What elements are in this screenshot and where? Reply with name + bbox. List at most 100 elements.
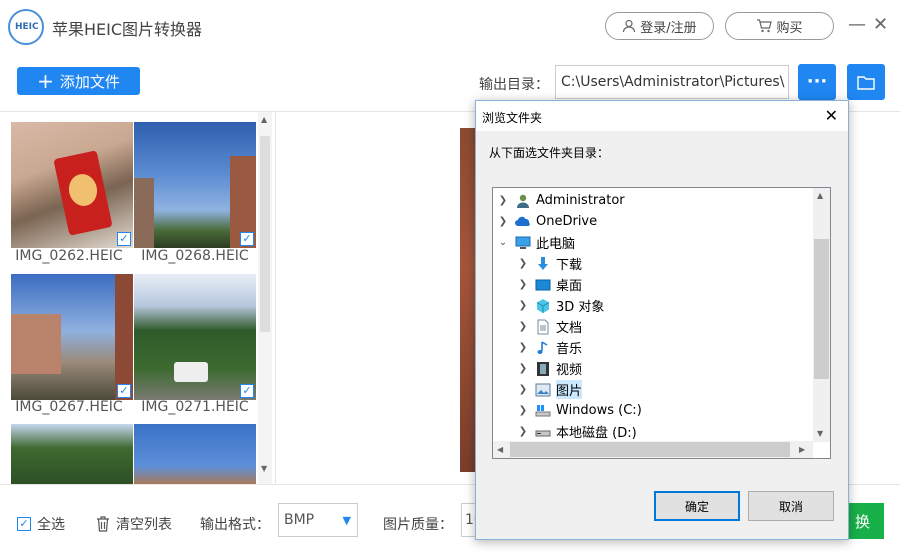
tree-item-documents[interactable]: ❯ 文档 [517,316,830,337]
thumbnail-image[interactable]: ✓ [134,122,256,248]
output-path-field[interactable]: C:\Users\Administrator\Pictures\ [555,65,789,99]
tree-item-videos[interactable]: ❯ 视频 [517,358,830,379]
select-all-checkbox[interactable]: ✓ 全选 [17,514,65,534]
chevron-right-icon[interactable]: ❯ [517,279,529,290]
scrollbar-thumb[interactable] [814,239,829,379]
browse-more-button[interactable]: ··· [798,64,836,100]
ok-button[interactable]: 确定 [654,491,740,521]
app-logo-icon: HEIC [8,9,44,45]
dialog-close-icon[interactable]: ✕ [825,106,838,125]
thumbnail-checkbox[interactable]: ✓ [240,384,254,398]
thumbnail-checkbox[interactable]: ✓ [117,232,131,246]
preview-image [460,128,476,472]
scrollbar-thumb[interactable] [510,442,790,457]
format-select[interactable]: BMP ▼ [278,503,358,537]
scroll-left-icon[interactable]: ◀ [497,445,503,454]
tree-item-this-pc[interactable]: ⌄ 此电脑 [497,232,817,253]
tree-item-windows-c[interactable]: ❯ Windows (C:) [517,400,830,421]
scroll-down-icon[interactable]: ▼ [817,429,823,438]
thumbnail-image[interactable] [11,424,133,484]
cart-icon [757,19,773,33]
tree-item-label: 视频 [556,363,583,378]
desktop-icon [535,277,551,293]
tree-item-downloads[interactable]: ❯ 下载 [517,253,830,274]
add-file-button[interactable]: + 添加文件 [17,67,140,95]
dialog-titlebar: 浏览文件夹 ✕ [476,101,848,131]
tree-item-pictures[interactable]: ❯ 图片 [517,379,830,400]
chevron-right-icon[interactable]: ❯ [517,342,529,353]
dialog-prompt: 从下面选文件夹目录： [489,146,610,160]
picture-icon [535,382,551,398]
browse-folder-dialog: 浏览文件夹 ✕ 从下面选文件夹目录： ❯ Administrator ❯ One… [475,100,849,540]
thumbnail-image[interactable]: ✓ [11,122,133,248]
dropdown-arrow-icon: ▼ [342,514,351,527]
folder-icon [857,75,875,90]
cancel-button[interactable]: 取消 [748,491,834,521]
chevron-right-icon[interactable]: ❯ [517,426,529,437]
scroll-right-icon[interactable]: ▶ [799,445,805,454]
tree-item-label: 桌面 [556,279,583,294]
thumbnail-checkbox[interactable]: ✓ [117,384,131,398]
scroll-up-icon[interactable]: ▲ [817,191,823,200]
more-dots-icon: ··· [806,71,828,92]
chevron-right-icon[interactable]: ❯ [517,321,529,332]
thumbnail-checkbox[interactable]: ✓ [240,232,254,246]
tree-item-label: 3D 对象 [556,300,605,315]
chevron-right-icon[interactable]: ❯ [517,405,529,416]
app-title: 苹果HEIC图片转换器 [52,20,203,39]
convert-button[interactable]: 换 [846,503,884,539]
drive-windows-icon [535,403,551,419]
scroll-down-icon[interactable]: ▼ [261,464,267,473]
chevron-right-icon[interactable]: ❯ [517,363,529,374]
tree-item-label: 音乐 [556,342,583,357]
thumbnail-image[interactable]: ✓ [134,274,256,400]
music-icon [535,340,551,356]
scrollbar-thumb[interactable] [260,136,270,332]
download-icon [535,256,551,272]
photo-building [134,178,154,248]
clear-list-label: 清空列表 [116,517,172,533]
tree-item-desktop[interactable]: ❯ 桌面 [517,274,830,295]
tree-item-label: OneDrive [536,214,598,229]
tree-vertical-scrollbar[interactable]: ▲ ▼ [813,188,830,442]
scroll-up-icon[interactable]: ▲ [261,115,267,124]
user-icon [623,19,636,33]
buy-button[interactable]: 购买 [725,12,834,40]
tree-item-label: 本地磁盘 (D:) [556,426,637,441]
user-icon [515,193,531,209]
tree-item-music[interactable]: ❯ 音乐 [517,337,830,358]
chevron-right-icon[interactable]: ❯ [497,216,509,227]
cloud-icon [515,214,531,230]
chevron-right-icon[interactable]: ❯ [517,258,529,269]
quality-label: 图片质量： [383,517,453,533]
tree-item-local-disk-d[interactable]: ❯ 本地磁盘 (D:) [517,421,830,442]
folder-tree: ❯ Administrator ❯ OneDrive ⌄ 此电脑 ❯ 下载 ❯ … [492,187,831,459]
chevron-right-icon[interactable]: ❯ [497,195,509,206]
chevron-right-icon[interactable]: ❯ [517,384,529,395]
thumbnail-name: IMG_0268.HEIC [141,248,249,264]
close-window-icon[interactable]: ✕ [873,14,888,35]
cube-icon [535,298,551,314]
select-all-label: 全选 [37,517,65,533]
thumbnail-list: ✓ IMG_0262.HEIC ✓ IMG_0268.HEIC ✓ IMG_02… [0,112,276,484]
document-icon [535,319,551,335]
plus-icon: + [37,69,54,93]
clear-list-button[interactable]: 清空列表 [96,514,172,534]
convert-label: 换 [854,512,870,531]
login-button[interactable]: 登录/注册 [605,12,714,40]
tree-horizontal-scrollbar[interactable]: ◀ ▶ [493,441,813,458]
minimize-icon[interactable]: — [848,14,866,35]
tree-item-onedrive[interactable]: ❯ OneDrive [497,211,817,232]
buy-label: 购买 [776,20,803,36]
drive-icon [535,424,551,440]
chevron-down-icon[interactable]: ⌄ [497,237,509,248]
output-dir-label: 输出目录： [479,77,549,93]
thumbnail-scrollbar[interactable]: ▲ ▼ [258,112,272,484]
thumbnail-image[interactable]: ✓ [11,274,133,400]
tree-item-3d-objects[interactable]: ❯ 3D 对象 [517,295,830,316]
tree-item-administrator[interactable]: ❯ Administrator [497,190,817,211]
open-folder-button[interactable] [847,64,885,100]
login-label: 登录/注册 [640,20,697,36]
thumbnail-image[interactable] [134,424,256,484]
chevron-right-icon[interactable]: ❯ [517,300,529,311]
